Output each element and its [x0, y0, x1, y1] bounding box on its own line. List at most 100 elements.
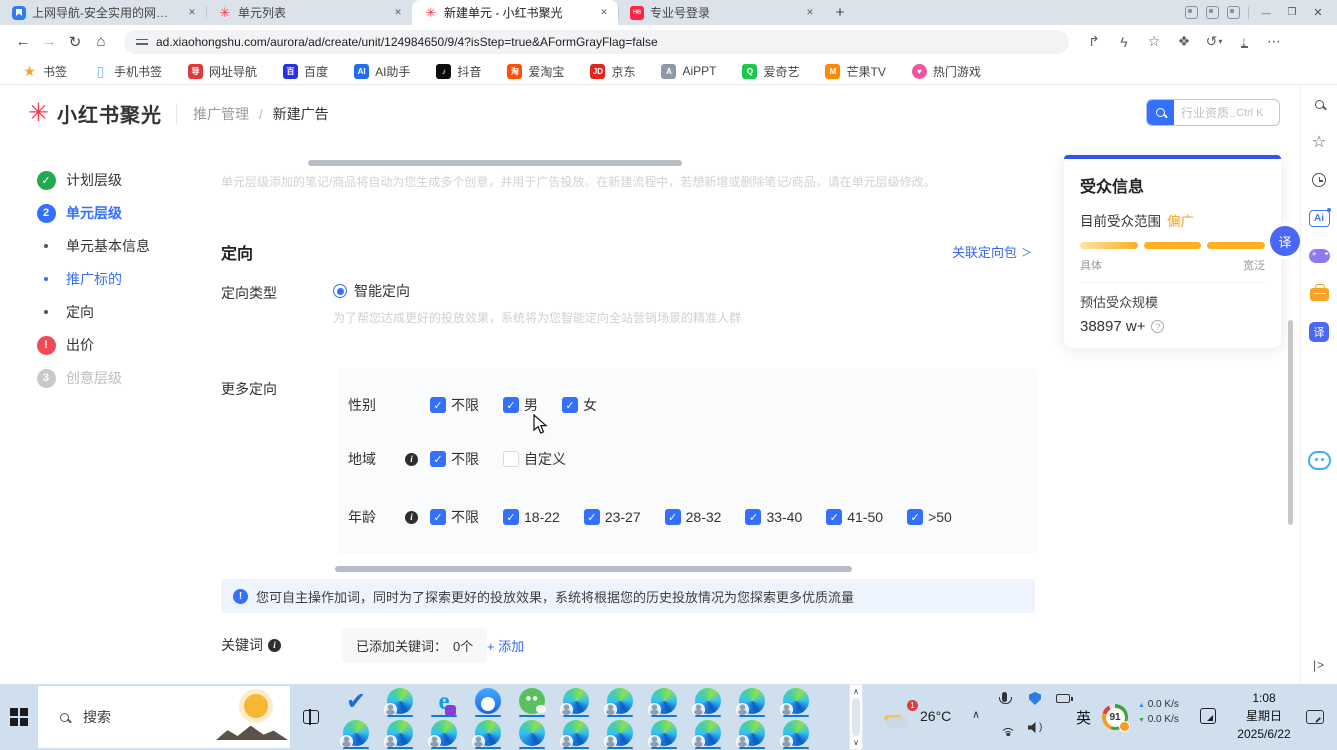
- scroll-thumb[interactable]: [852, 698, 860, 736]
- checked-checkbox-icon[interactable]: [826, 509, 842, 525]
- sidebar-step[interactable]: 单元基本信息: [36, 236, 150, 256]
- ai-chat-robot-button[interactable]: [1301, 351, 1337, 389]
- hidden-icons-chevron[interactable]: ∧: [972, 708, 980, 721]
- tab-close-icon[interactable]: [802, 5, 818, 21]
- taskbar-app-button[interactable]: [686, 686, 730, 716]
- bookmark-item[interactable]: 淘 爱淘宝: [507, 63, 564, 80]
- bookmark-item[interactable]: 百 百度: [283, 63, 328, 80]
- bookmark-item[interactable]: ▯ 手机书签: [93, 63, 162, 80]
- bookmark-item[interactable]: 导 网址导航: [188, 63, 257, 80]
- checkbox-option[interactable]: 自定义: [503, 449, 566, 469]
- taskbar-app-button[interactable]: [466, 718, 510, 748]
- flash-icon[interactable]: ϟ: [1111, 29, 1137, 55]
- radio-selected-icon[interactable]: [333, 284, 347, 298]
- maximize-button[interactable]: [1283, 7, 1301, 18]
- scroll-up-icon[interactable]: ∧: [853, 687, 859, 696]
- tools-toolbar-button[interactable]: [1301, 275, 1337, 313]
- info-icon[interactable]: [405, 453, 418, 466]
- task-view-button[interactable]: [303, 710, 319, 724]
- scroll-down-icon[interactable]: ∨: [853, 738, 859, 747]
- checkbox-option[interactable]: 23-27: [584, 509, 641, 525]
- device-tray-icon[interactable]: [1056, 694, 1070, 703]
- info-icon[interactable]: [405, 511, 418, 524]
- checkbox-option[interactable]: 41-50: [826, 509, 883, 525]
- sidebar-step[interactable]: 计划层级: [36, 170, 150, 190]
- checked-checkbox-icon[interactable]: [665, 509, 681, 525]
- sidebar-step[interactable]: 2单元层级: [36, 203, 150, 223]
- security-shield-icon[interactable]: [1029, 692, 1041, 705]
- taskbar-app-button[interactable]: [774, 718, 818, 748]
- checkbox-option[interactable]: 33-40: [745, 509, 802, 525]
- browser-tab[interactable]: 专业号登录: [618, 0, 824, 25]
- weather-temp[interactable]: 26°C: [920, 708, 951, 724]
- checkbox-option[interactable]: 女: [562, 395, 597, 415]
- screenshot-tray-icon[interactable]: [1200, 708, 1216, 724]
- bookmark-item[interactable]: AI AI助手: [354, 63, 410, 80]
- unchecked-checkbox-icon[interactable]: [503, 451, 519, 467]
- wifi-icon[interactable]: [1000, 724, 1016, 736]
- ai-toolbar-button[interactable]: [1301, 199, 1337, 237]
- input-language-indicator[interactable]: 英: [1076, 707, 1091, 728]
- taskbar-app-button[interactable]: [598, 718, 642, 748]
- star-icon[interactable]: ☆: [1141, 29, 1167, 55]
- taskbar-app-button[interactable]: [686, 718, 730, 748]
- battery-ring-indicator[interactable]: 91: [1102, 704, 1128, 730]
- checkbox-option[interactable]: 不限: [430, 507, 479, 527]
- checked-checkbox-icon[interactable]: [430, 397, 446, 413]
- bookmark-item[interactable]: ♥ 热门游戏: [912, 63, 981, 80]
- smart-targeting-radio[interactable]: 智能定向: [333, 281, 410, 301]
- notification-center-icon[interactable]: [1306, 710, 1324, 724]
- weather-tray-icon[interactable]: 1: [886, 704, 916, 728]
- floating-translate-button[interactable]: 译: [1270, 226, 1300, 256]
- sidebar-step[interactable]: 推广标的: [36, 269, 150, 289]
- browser-tab[interactable]: 上网导航-安全实用的网址导航: [0, 0, 206, 25]
- checked-checkbox-icon[interactable]: [503, 397, 519, 413]
- tab-close-icon[interactable]: [184, 5, 200, 21]
- network-speed-indicator[interactable]: ▲ 0.0 K/s ▼ 0.0 K/s: [1138, 698, 1179, 728]
- taskbar-scrollbar[interactable]: ∧ ∨: [849, 684, 863, 750]
- taskbar-app-button[interactable]: [422, 686, 466, 716]
- sidebar-step[interactable]: 定向: [36, 302, 150, 322]
- checked-checkbox-icon[interactable]: [562, 397, 578, 413]
- checkbox-option[interactable]: 18-22: [503, 509, 560, 525]
- home-button[interactable]: ⌂: [88, 29, 114, 55]
- volume-icon[interactable]: ): [1028, 722, 1042, 733]
- taskbar-app-button[interactable]: [378, 718, 422, 748]
- browser-menu-icon[interactable]: [1206, 6, 1219, 19]
- targeting-package-link[interactable]: 关联定向包 ＞: [952, 242, 1032, 261]
- tab-close-icon[interactable]: [390, 5, 406, 21]
- header-search[interactable]: Ctrl K: [1146, 99, 1280, 126]
- taskbar-app-button[interactable]: [334, 718, 378, 748]
- bookmark-item[interactable]: ★ 书签: [22, 63, 67, 80]
- taskbar-app-button[interactable]: [554, 686, 598, 716]
- search-toolbar-button[interactable]: [1301, 85, 1337, 123]
- checkbox-option[interactable]: 男: [503, 395, 538, 415]
- app-logo[interactable]: 小红书聚光: [0, 99, 162, 128]
- download-icon[interactable]: ↓: [1231, 29, 1257, 55]
- minimize-button[interactable]: [1257, 8, 1275, 18]
- browser-tab[interactable]: 单元列表: [206, 0, 412, 25]
- checkbox-option[interactable]: 不限: [430, 395, 479, 415]
- site-settings-icon[interactable]: [136, 37, 148, 47]
- games-toolbar-button[interactable]: [1301, 237, 1337, 275]
- microphone-tray-icon[interactable]: [1002, 692, 1007, 702]
- url-input[interactable]: [156, 35, 1057, 49]
- apps-icon[interactable]: [1227, 6, 1240, 19]
- checked-checkbox-icon[interactable]: [907, 509, 923, 525]
- new-tab-button[interactable]: +: [828, 0, 852, 24]
- share-icon[interactable]: ↱: [1081, 29, 1107, 55]
- close-button[interactable]: [1309, 6, 1327, 19]
- taskbar-app-button[interactable]: [422, 718, 466, 748]
- checked-checkbox-icon[interactable]: [430, 451, 446, 467]
- checked-checkbox-icon[interactable]: [503, 509, 519, 525]
- weather-art[interactable]: [210, 686, 290, 748]
- expand-toolbar-button[interactable]: |>: [1313, 658, 1325, 672]
- content-hscrollbar-bottom[interactable]: [335, 566, 852, 572]
- bookmark-item[interactable]: ♪ 抖音: [436, 63, 481, 80]
- taskbar-app-button[interactable]: [466, 686, 510, 716]
- bookmark-item[interactable]: JD 京东: [590, 63, 635, 80]
- sidebar-panel-icon[interactable]: [1185, 6, 1198, 19]
- address-bar[interactable]: [124, 30, 1069, 54]
- question-icon[interactable]: [1151, 320, 1164, 333]
- sidebar-step[interactable]: 3创意层级: [36, 368, 150, 388]
